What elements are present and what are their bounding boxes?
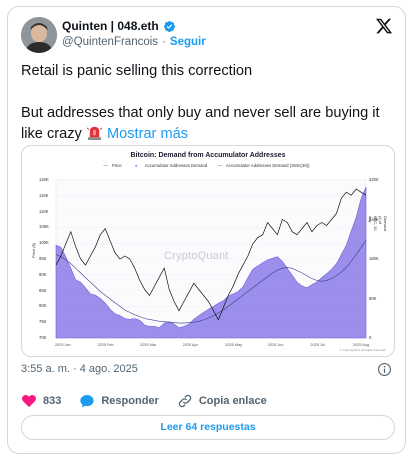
tweet-line-2: But addresses that only buy and never se… — [21, 103, 399, 145]
verified-badge-icon — [163, 20, 175, 32]
link-icon — [178, 394, 192, 408]
like-count: 833 — [43, 395, 62, 407]
tweet-time[interactable]: 3:55 a. m. — [21, 363, 70, 375]
police-light-emoji — [86, 126, 103, 140]
reply-label: Responder — [101, 395, 159, 407]
tweet-date[interactable]: 4 ago. 2025 — [80, 363, 138, 375]
read-replies-button[interactable]: Leer 64 respuestas — [21, 415, 395, 440]
tweet-text: Retail is panic selling this correction … — [21, 61, 399, 145]
like-button[interactable]: 833 — [21, 393, 61, 409]
meta-separator: · — [72, 363, 77, 375]
author-name[interactable]: Quinten | 048.eth — [62, 19, 159, 33]
author-handle[interactable]: @QuintenFrancois — [62, 36, 158, 48]
heart-icon — [22, 394, 36, 408]
chart-credit: © CryptoQuant. All rights reserved. — [339, 348, 386, 352]
handle-separator: · — [162, 36, 166, 48]
tweet-timestamp[interactable]: 3:55 a. m. · 4 ago. 2025 — [21, 363, 138, 375]
x-logo-icon[interactable] — [375, 17, 393, 35]
tweet-actions: 833 Responder Copia enlace — [21, 393, 285, 409]
chart-image[interactable]: Bitcoin: Demand from Accumulator Address… — [21, 145, 395, 357]
show-more-link[interactable]: Mostrar más — [107, 126, 188, 142]
speech-bubble-icon — [80, 395, 95, 408]
tweet-line-1: Retail is panic selling this correction — [21, 63, 253, 79]
chart-watermark: CryptoQuant — [164, 250, 229, 262]
info-icon[interactable] — [377, 362, 392, 377]
tweet-line-2-text: But addresses that only buy and never se… — [21, 105, 380, 142]
copy-link-label: Copia enlace — [198, 395, 267, 407]
tweet-card[interactable]: Quinten | 048.eth @QuintenFrancois · Seg… — [7, 6, 406, 454]
avatar[interactable] — [21, 17, 57, 53]
follow-button[interactable]: Seguir — [170, 36, 206, 48]
reply-button[interactable]: Responder — [79, 393, 159, 409]
avatar-image — [21, 17, 57, 53]
copy-link-button[interactable]: Copia enlace — [177, 393, 267, 409]
